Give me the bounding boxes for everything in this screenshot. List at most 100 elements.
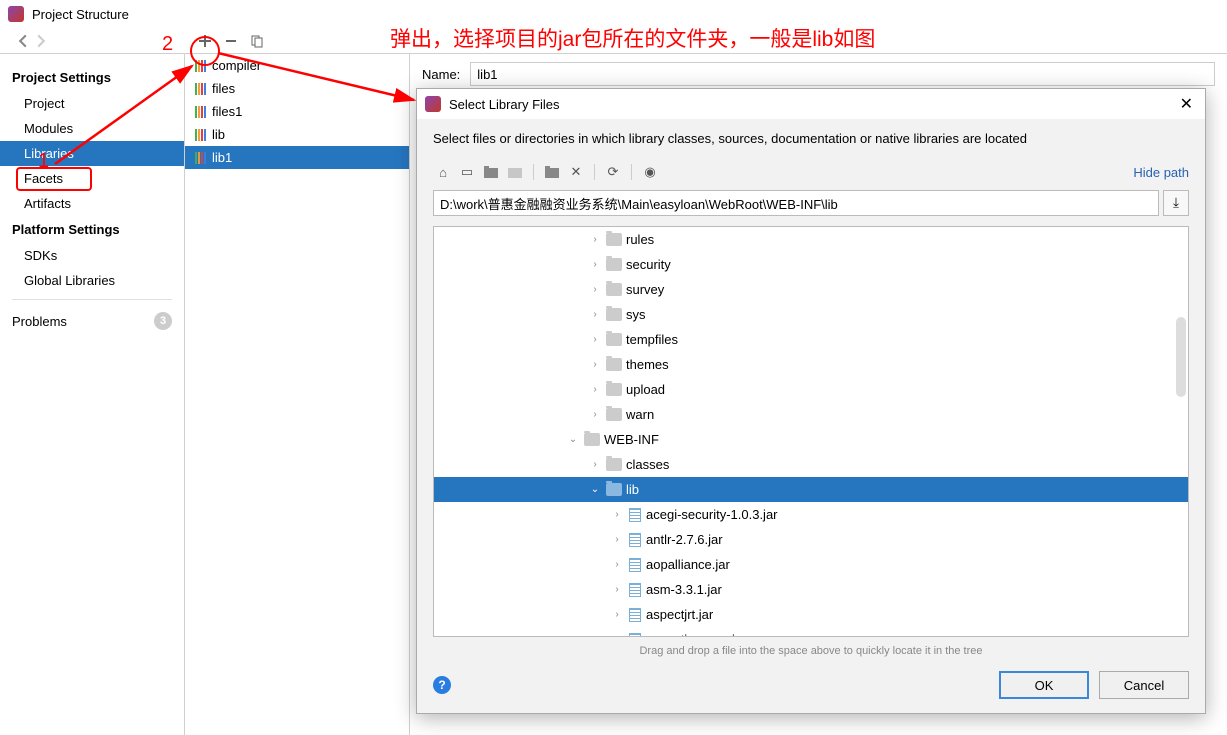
- folder-icon: [606, 483, 622, 496]
- desktop-icon[interactable]: ▭: [457, 162, 477, 182]
- library-icon: [195, 129, 206, 141]
- library-icon: [195, 152, 206, 164]
- chevron-right-icon[interactable]: ›: [588, 334, 602, 345]
- sidebar-item-global-libraries[interactable]: Global Libraries: [0, 268, 184, 293]
- library-item-compiler[interactable]: compiler: [185, 54, 409, 77]
- chevron-right-icon[interactable]: ›: [588, 384, 602, 395]
- chevron-right-icon[interactable]: ›: [610, 559, 624, 570]
- select-library-files-dialog: Select Library Files ✕ Select files or d…: [416, 88, 1206, 714]
- tree-node-aspectjweaver-jar[interactable]: › aspectjweaver.jar: [434, 627, 1188, 636]
- folder-icon: [606, 258, 622, 271]
- tree-node-label: aspectjrt.jar: [646, 607, 713, 622]
- folder-icon: [606, 408, 622, 421]
- annotation-box-libraries: [16, 167, 92, 191]
- library-item-lib1[interactable]: lib1: [185, 146, 409, 169]
- tree-node-rules[interactable]: ›rules: [434, 227, 1188, 252]
- close-icon[interactable]: ✕: [1176, 94, 1197, 114]
- sidebar-item-libraries[interactable]: Libraries: [0, 141, 184, 166]
- folder-icon: [584, 433, 600, 446]
- tree-node-warn[interactable]: › warn: [434, 402, 1188, 427]
- dialog-title: Select Library Files: [449, 97, 560, 112]
- home-icon[interactable]: ⌂: [433, 162, 453, 182]
- module-folder-icon[interactable]: [505, 162, 525, 182]
- chevron-right-icon[interactable]: ›: [610, 534, 624, 545]
- tree-node-tempfiles[interactable]: › tempfiles: [434, 327, 1188, 352]
- tree-node-web-inf[interactable]: ⌄ WEB-INF: [434, 427, 1188, 452]
- help-icon[interactable]: ?: [433, 676, 451, 694]
- library-name-input[interactable]: [470, 62, 1215, 86]
- chevron-right-icon[interactable]: ›: [588, 459, 602, 470]
- tree-node-label: themes: [626, 357, 669, 372]
- jar-icon: [629, 533, 641, 547]
- delete-icon[interactable]: ✕: [566, 162, 586, 182]
- back-icon[interactable]: [16, 34, 30, 48]
- chevron-right-icon[interactable]: ›: [588, 359, 602, 370]
- tree-node-aopalliance-jar[interactable]: ›aopalliance.jar: [434, 552, 1188, 577]
- tree-node-label: security: [626, 257, 671, 272]
- chevron-right-icon[interactable]: ›: [610, 584, 624, 595]
- tree-node-antlr-2-7-6-jar[interactable]: ›antlr-2.7.6.jar: [434, 527, 1188, 552]
- chevron-right-icon[interactable]: ›: [610, 634, 624, 636]
- tree-node-label: aspectjweaver.jar: [646, 632, 746, 636]
- library-item-files1[interactable]: files1: [185, 100, 409, 123]
- tree-node-security[interactable]: › security: [434, 252, 1188, 277]
- folder-icon: [606, 458, 622, 471]
- sidebar-item-project[interactable]: Project: [0, 91, 184, 116]
- problems-badge: 3: [154, 312, 172, 330]
- sidebar-item-modules[interactable]: Modules: [0, 116, 184, 141]
- tree-node-classes[interactable]: ›classes: [434, 452, 1188, 477]
- chevron-down-icon[interactable]: ⌄: [566, 434, 580, 445]
- tree-node-label: warn: [626, 407, 654, 422]
- scrollbar[interactable]: [1176, 317, 1186, 397]
- library-item-lib[interactable]: lib: [185, 123, 409, 146]
- chevron-down-icon[interactable]: ⌄: [588, 484, 602, 495]
- copy-button[interactable]: [246, 30, 268, 52]
- folder-icon: [606, 333, 622, 346]
- tree-node-label: tempfiles: [626, 332, 678, 347]
- forward-icon[interactable]: [34, 34, 48, 48]
- tree-node-themes[interactable]: › themes: [434, 352, 1188, 377]
- sidebar-item-sdks[interactable]: SDKs: [0, 243, 184, 268]
- cancel-button[interactable]: Cancel: [1099, 671, 1189, 699]
- tree-node-upload[interactable]: ›upload: [434, 377, 1188, 402]
- chevron-right-icon[interactable]: ›: [588, 259, 602, 270]
- tree-node-sys[interactable]: ›sys: [434, 302, 1188, 327]
- tree-node-label: asm-3.3.1.jar: [646, 582, 722, 597]
- tree-node-label: acegi-security-1.0.3.jar: [646, 507, 778, 522]
- show-hidden-icon[interactable]: ◉: [640, 162, 660, 182]
- tree-node-asm-3-3-1-jar[interactable]: › asm-3.3.1.jar: [434, 577, 1188, 602]
- library-item-files[interactable]: files: [185, 77, 409, 100]
- folder-icon: [606, 308, 622, 321]
- remove-button[interactable]: [220, 30, 242, 52]
- ok-button[interactable]: OK: [999, 671, 1089, 699]
- tree-node-label: survey: [626, 282, 664, 297]
- folder-icon: [606, 233, 622, 246]
- tree-node-acegi-security-1-0-3-jar[interactable]: › acegi-security-1.0.3.jar: [434, 502, 1188, 527]
- tree-node-survey[interactable]: › survey: [434, 277, 1188, 302]
- tree-node-aspectjrt-jar[interactable]: › aspectjrt.jar: [434, 602, 1188, 627]
- hide-path-link[interactable]: Hide path: [1133, 165, 1189, 180]
- refresh-icon[interactable]: ⟳: [603, 162, 623, 182]
- problems-label: Problems: [12, 314, 67, 329]
- project-folder-icon[interactable]: [481, 162, 501, 182]
- chevron-right-icon[interactable]: ›: [588, 409, 602, 420]
- chevron-right-icon[interactable]: ›: [588, 309, 602, 320]
- jar-icon: [629, 558, 641, 572]
- chevron-right-icon[interactable]: ›: [610, 609, 624, 620]
- tree-node-label: WEB-INF: [604, 432, 659, 447]
- annotation-step-2: 2: [162, 33, 173, 56]
- path-input[interactable]: [433, 190, 1159, 216]
- problems-item[interactable]: Problems 3: [0, 306, 184, 336]
- chevron-right-icon[interactable]: ›: [588, 234, 602, 245]
- chevron-right-icon[interactable]: ›: [610, 509, 624, 520]
- jar-icon: [629, 508, 641, 522]
- tree-node-lib[interactable]: ⌄ lib: [434, 477, 1188, 502]
- path-history-button[interactable]: ⤓: [1163, 190, 1189, 216]
- sidebar-item-artifacts[interactable]: Artifacts: [0, 191, 184, 216]
- tree-node-label: lib: [626, 482, 639, 497]
- new-folder-icon[interactable]: [542, 162, 562, 182]
- libraries-panel: compilerfilesfiles1liblib1: [185, 54, 410, 735]
- file-tree[interactable]: ›rules›security›survey›sys›tempfiles›the…: [433, 226, 1189, 637]
- chevron-right-icon[interactable]: ›: [588, 284, 602, 295]
- library-icon: [195, 83, 206, 95]
